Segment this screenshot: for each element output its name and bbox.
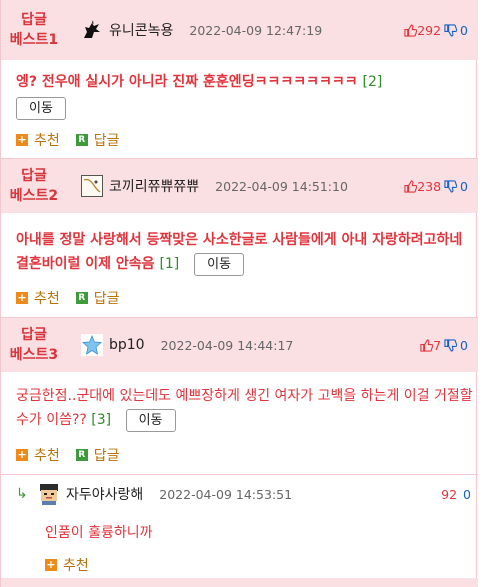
vote-box: 7 0 bbox=[420, 338, 468, 353]
reply-count[interactable]: [3] bbox=[91, 412, 111, 428]
reply-label: 답글 bbox=[93, 133, 120, 149]
recommend-label: 추천 bbox=[34, 133, 60, 149]
reply-arrow-icon: ↳ bbox=[16, 486, 28, 502]
reply-button[interactable]: R 답글 bbox=[75, 445, 120, 465]
thumbs-up-icon[interactable] bbox=[404, 23, 418, 37]
downvote-count: 0 bbox=[460, 22, 468, 38]
thumbs-up-icon[interactable] bbox=[404, 179, 418, 193]
comment-date: 2022-04-09 14:51:10 bbox=[215, 178, 348, 194]
downvote-count[interactable]: 0 bbox=[463, 487, 471, 502]
reply-actions: + 추천 bbox=[45, 555, 105, 575]
thumbs-down-icon[interactable] bbox=[444, 23, 458, 37]
best-badge-line2: 베스트1 bbox=[9, 32, 59, 48]
thumbs-down-icon[interactable] bbox=[444, 338, 458, 352]
recommend-label: 추천 bbox=[63, 558, 89, 574]
plus-icon: + bbox=[16, 291, 28, 304]
vote-box: 92 0 bbox=[441, 487, 471, 502]
divider bbox=[1, 474, 478, 475]
comment-date: 2022-04-09 12:47:19 bbox=[189, 22, 323, 38]
comment-text: 엥? 전우애 실시가 아니라 진짜 훈훈엔딩ㅋㅋㅋㅋㅋㅋㅋㅋ [2] 이동 bbox=[16, 70, 476, 120]
upvote-count: 238 bbox=[417, 178, 442, 194]
blue-star-icon[interactable] bbox=[81, 334, 103, 356]
reply-button[interactable]: R 답글 bbox=[75, 130, 120, 150]
best-badge-line1: 답글 bbox=[21, 327, 47, 343]
recommend-button[interactable]: + 추천 bbox=[16, 130, 60, 150]
move-button[interactable]: 이동 bbox=[194, 253, 245, 276]
comment-text: 궁금한점..군대에 있는데도 예쁘장하게 생긴 여자가 고백을 하는게 이걸 거… bbox=[16, 384, 476, 432]
upvote-count: 7 bbox=[433, 337, 442, 353]
comment-text: 아내를 정말 사랑해서 등짝맞은 사소한글로 사람들에게 아내 자랑하려고하네 … bbox=[16, 228, 476, 276]
comment-date: 2022-04-09 14:44:17 bbox=[160, 337, 294, 353]
upvote-count[interactable]: 92 bbox=[441, 487, 457, 502]
reply-label: 답글 bbox=[93, 448, 120, 464]
recommend-button[interactable]: + 추천 bbox=[16, 288, 60, 308]
reply-count[interactable]: [2] bbox=[363, 74, 383, 90]
reply-r-icon: R bbox=[75, 292, 88, 304]
best-badge: 답글 베스트1 bbox=[1, 10, 67, 50]
comment-actions: + 추천 R 답글 bbox=[16, 130, 136, 150]
drawing-avatar-icon[interactable] bbox=[81, 175, 103, 197]
author-nickname[interactable]: 코끼리쮸쀼쮸쀼 bbox=[109, 176, 199, 196]
upvote-count: 292 bbox=[417, 22, 442, 38]
thumbs-up-icon[interactable] bbox=[420, 338, 434, 352]
recommend-label: 추천 bbox=[34, 291, 60, 307]
vote-box: 238 0 bbox=[404, 179, 468, 194]
move-button[interactable]: 이동 bbox=[125, 409, 176, 432]
best-badge: 답글 베스트2 bbox=[1, 166, 67, 206]
move-button[interactable]: 이동 bbox=[16, 97, 66, 120]
plus-icon: + bbox=[16, 133, 28, 146]
reply-label: 답글 bbox=[93, 291, 120, 307]
comment-date: 2022-04-09 14:53:51 bbox=[159, 486, 293, 502]
downvote-count: 0 bbox=[460, 337, 468, 353]
best-badge: 답글 베스트3 bbox=[1, 325, 67, 365]
comment-text-content: 엥? 전우애 실시가 아니라 진짜 훈훈엔딩ㅋㅋㅋㅋㅋㅋㅋㅋ bbox=[16, 74, 358, 90]
reply-text: 인품이 훌륭하니까 bbox=[45, 525, 153, 541]
author-nickname[interactable]: 유니콘녹용 bbox=[109, 20, 173, 40]
best-badge-line1: 답글 bbox=[21, 168, 47, 184]
bottom-bar bbox=[1, 578, 478, 587]
comment-text-content: 궁금한점..군대에 있는데도 예쁘장하게 생긴 여자가 고백을 하는게 이걸 거… bbox=[16, 388, 473, 428]
reply-r-icon: R bbox=[75, 449, 88, 461]
best-comment-header: 답글 베스트3 bp10 2022-04-09 14:44:17 7 0 bbox=[1, 318, 478, 372]
comment-actions: + 추천 R 답글 bbox=[16, 288, 136, 308]
reply-count[interactable]: [1] bbox=[159, 256, 179, 272]
best-badge-line2: 베스트2 bbox=[9, 188, 59, 204]
plus-icon: + bbox=[45, 558, 57, 571]
unicorn-icon[interactable] bbox=[81, 19, 103, 41]
best-comment-header: 답글 베스트2 코끼리쮸쀼쮸쀼 2022-04-09 14:51:10 238 … bbox=[1, 159, 478, 213]
plus-icon: + bbox=[16, 448, 28, 461]
author-nickname[interactable]: bp10 bbox=[109, 337, 145, 353]
vote-box: 292 0 bbox=[404, 23, 468, 38]
comment-actions: + 추천 R 답글 bbox=[16, 445, 136, 465]
thumbs-down-icon[interactable] bbox=[444, 179, 458, 193]
author-nickname[interactable]: 자두야사랑해 bbox=[66, 484, 143, 504]
pixel-avatar-icon[interactable] bbox=[38, 483, 60, 505]
best-comment-header: 답글 베스트1 유니콘녹용 2022-04-09 12:47:19 292 0 bbox=[1, 0, 478, 60]
reply-button[interactable]: R 답글 bbox=[75, 288, 120, 308]
recommend-label: 추천 bbox=[34, 448, 60, 464]
reply-header: ↳ 자두야사랑해 2022-04-09 14:53:51 92 0 bbox=[16, 483, 476, 505]
recommend-button[interactable]: + 추천 bbox=[16, 445, 60, 465]
best-badge-line2: 베스트3 bbox=[9, 347, 59, 363]
best-badge-line1: 답글 bbox=[21, 12, 47, 28]
reply-r-icon: R bbox=[75, 134, 88, 146]
downvote-count: 0 bbox=[460, 178, 468, 194]
recommend-button[interactable]: + 추천 bbox=[45, 555, 89, 575]
comment-list: 답글 베스트1 유니콘녹용 2022-04-09 12:47:19 292 0 … bbox=[0, 0, 478, 587]
